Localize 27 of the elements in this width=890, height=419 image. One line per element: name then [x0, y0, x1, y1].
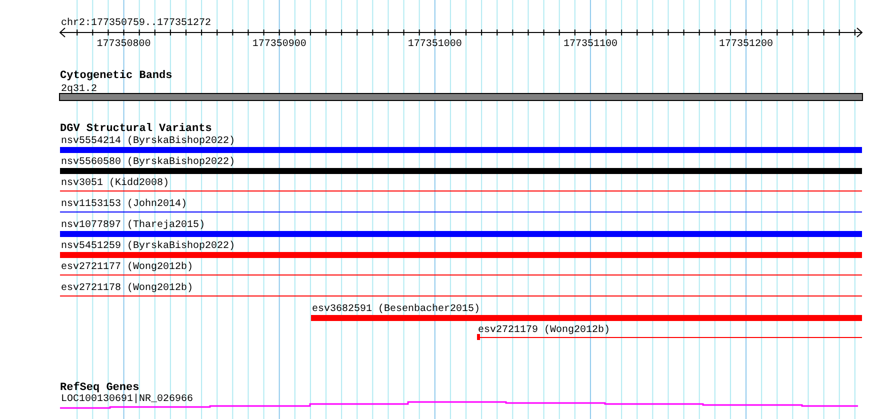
gene-label[interactable]: LOC100130691|NR_026966 — [61, 394, 194, 405]
region-title: chr2:177350759..177351272 — [61, 18, 212, 29]
ruler-label: 177351100 — [563, 39, 618, 50]
variant-bar[interactable] — [60, 231, 862, 237]
variant-bar[interactable] — [60, 168, 862, 174]
track-title: Cytogenetic Bands — [60, 70, 172, 82]
band-label: 2q31.2 — [61, 84, 98, 95]
ruler-label: 177350900 — [252, 39, 306, 50]
variant-label[interactable]: nsv3051 (Kidd2008) — [61, 178, 170, 189]
ruler-label: 177350800 — [96, 39, 151, 50]
variant-label[interactable]: nsv1077897 (Thareja2015) — [61, 220, 206, 231]
variant-label[interactable]: esv2721179 (Wong2012b) — [478, 325, 610, 336]
variant-label[interactable]: nsv5560580 (ByrskaBishop2022) — [61, 157, 236, 168]
ruler-label: 177351000 — [408, 39, 462, 50]
variant-label[interactable]: esv2721177 (Wong2012b) — [61, 262, 194, 273]
variant-bar[interactable] — [60, 147, 862, 153]
variant-label[interactable]: nsv1153153 (John2014) — [61, 199, 188, 210]
variant-bar[interactable] — [311, 315, 862, 321]
variant-label[interactable]: esv3682591 (Besenbacher2015) — [312, 304, 480, 315]
track-title: DGV Structural Variants — [60, 123, 212, 135]
variant-bar[interactable] — [60, 252, 862, 258]
ruler-label: 177351200 — [719, 39, 774, 50]
variant-label[interactable]: nsv5554214 (ByrskaBishop2022) — [61, 136, 236, 147]
track-title: RefSeq Genes — [60, 382, 140, 394]
variant-label[interactable]: esv2721178 (Wong2012b) — [61, 283, 194, 294]
variant-label[interactable]: nsv5451259 (ByrskaBishop2022) — [61, 241, 236, 252]
variant-line[interactable] — [477, 334, 862, 340]
